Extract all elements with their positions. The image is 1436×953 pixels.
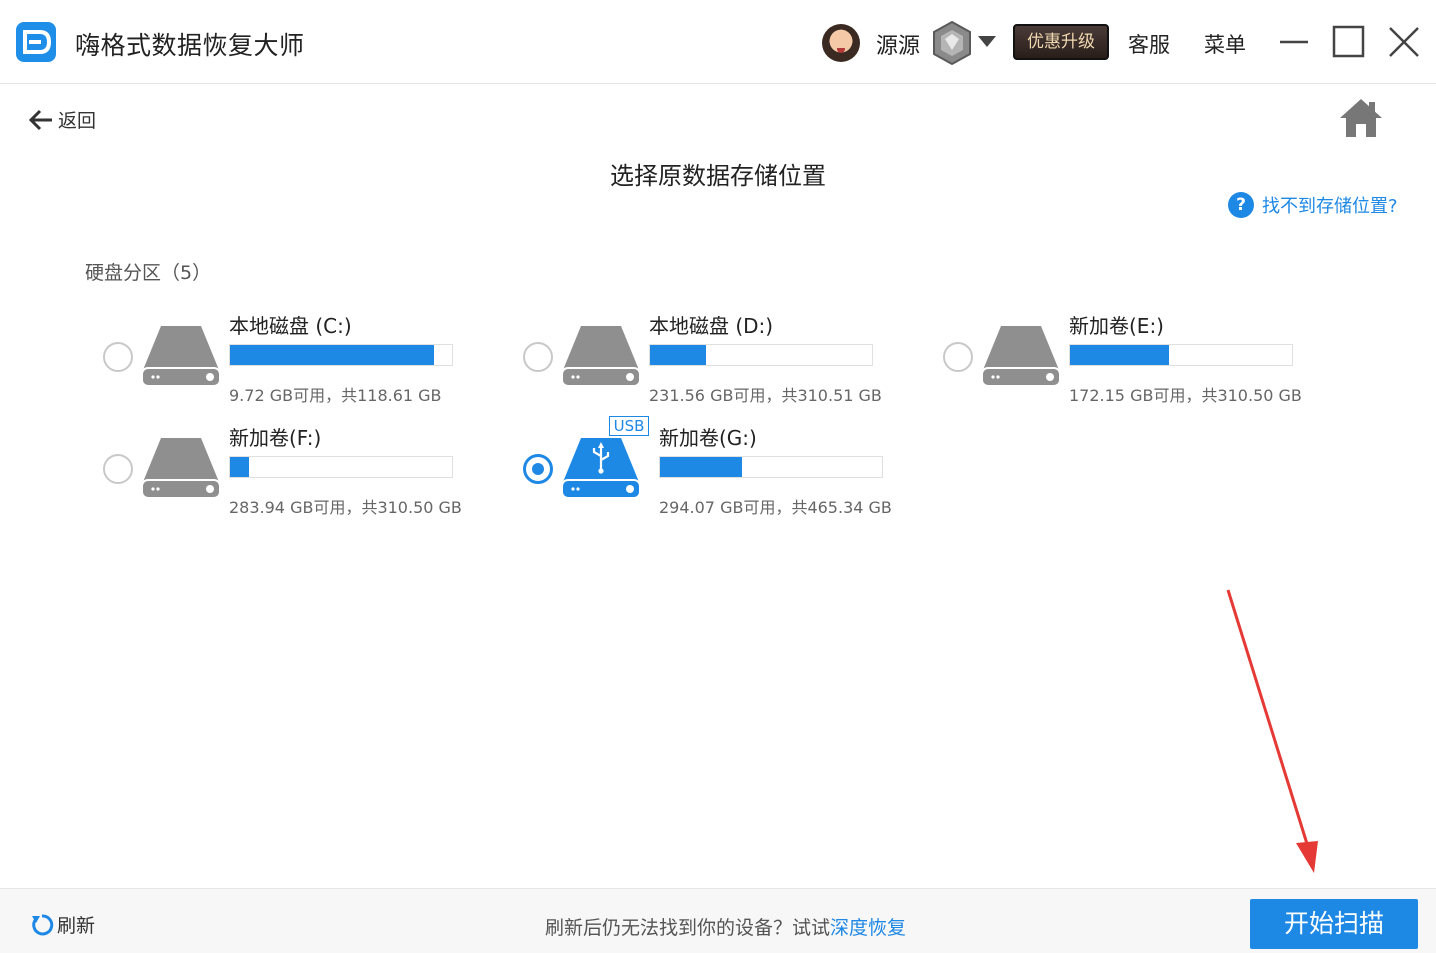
bottom-hint: 刷新后仍无法找到你的设备？试试深度恢复 [545,913,906,940]
maximize-icon[interactable] [1331,24,1367,60]
drive-usage-fill [1070,345,1169,365]
title-bar: 嗨格式数据恢复大师 源源 优惠升级 客服 菜单 [0,0,1436,84]
username[interactable]: 源源 [876,28,920,60]
drive-radio[interactable] [523,454,553,484]
refresh-button[interactable]: 刷新 [30,911,95,938]
drive-item[interactable]: 新加卷(E:) 172.15 GB可用，共310.50 GB [943,310,1323,410]
hard-disk-icon [981,324,1061,388]
drive-name: 新加卷(G:) [659,422,757,451]
app-title: 嗨格式数据恢复大师 [75,26,305,62]
page-title: 选择原数据存储位置 [0,156,1436,191]
drive-radio[interactable] [523,342,553,372]
home-icon[interactable] [1338,97,1384,139]
close-icon[interactable] [1386,24,1422,60]
bottom-bar: 刷新 刷新后仍无法找到你的设备？试试深度恢复 开始扫描 [0,888,1436,953]
customer-service-link[interactable]: 客服 [1128,29,1170,59]
drive-item[interactable]: 新加卷(F:) 283.94 GB可用，共310.50 GB [103,422,483,522]
vip-diamond-icon[interactable] [930,20,974,66]
hard-disk-icon [561,324,641,388]
menu-link[interactable]: 菜单 [1204,29,1246,59]
drive-usage-fill [230,345,434,365]
drive-name: 本地磁盘 (D:) [649,310,773,339]
drive-capacity: 283.94 GB可用，共310.50 GB [229,494,462,518]
drive-usage-fill [660,457,742,477]
question-icon: ? [1228,192,1254,218]
red-arrow-annotation [1210,585,1330,880]
deep-recovery-link[interactable]: 深度恢复 [830,917,906,939]
drive-capacity: 231.56 GB可用，共310.51 GB [649,382,882,406]
drive-name: 本地磁盘 (C:) [229,310,352,339]
usb-tag: USB [609,416,649,436]
drive-radio[interactable] [103,342,133,372]
drive-capacity: 172.15 GB可用，共310.50 GB [1069,382,1302,406]
refresh-label: 刷新 [57,911,95,938]
drive-usage-fill [650,345,706,365]
refresh-icon [30,913,54,937]
drive-usage-bar [1069,344,1293,366]
hard-disk-icon [141,436,221,500]
app-logo-icon [16,22,56,62]
drive-usage-bar [229,456,453,478]
drive-radio[interactable] [943,342,973,372]
back-button[interactable]: 返回 [28,106,96,133]
drive-capacity: 294.07 GB可用，共465.34 GB [659,494,892,518]
hint-text: 刷新后仍无法找到你的设备？试试 [545,917,830,939]
drive-name: 新加卷(E:) [1069,310,1164,339]
drive-item[interactable]: 本地磁盘 (D:) 231.56 GB可用，共310.51 GB [523,310,903,410]
drive-usage-bar [659,456,883,478]
upgrade-button[interactable]: 优惠升级 [1013,24,1109,60]
drive-name: 新加卷(F:) [229,422,321,451]
section-label: 硬盘分区（5） [85,258,211,285]
drive-usage-bar [229,344,453,366]
hard-disk-icon [141,324,221,388]
drive-capacity: 9.72 GB可用，共118.61 GB [229,382,442,406]
back-label: 返回 [58,106,96,133]
drive-usage-bar [649,344,873,366]
start-scan-button[interactable]: 开始扫描 [1250,899,1418,949]
cannot-find-location-link[interactable]: ? 找不到存储位置? [1228,192,1398,218]
drive-usage-fill [230,457,249,477]
arrow-left-icon [28,108,54,132]
usb-drive-icon [561,436,641,500]
drive-item[interactable]: 本地磁盘 (C:) 9.72 GB可用，共118.61 GB [103,310,483,410]
user-avatar[interactable] [822,24,860,62]
help-link-label: 找不到存储位置? [1262,192,1398,218]
drive-item[interactable]: USB 新加卷(G:) 294.07 GB可用，共465.34 GB [523,422,903,522]
chevron-down-icon[interactable] [978,36,996,47]
drive-radio[interactable] [103,454,133,484]
minimize-icon[interactable] [1276,24,1312,60]
